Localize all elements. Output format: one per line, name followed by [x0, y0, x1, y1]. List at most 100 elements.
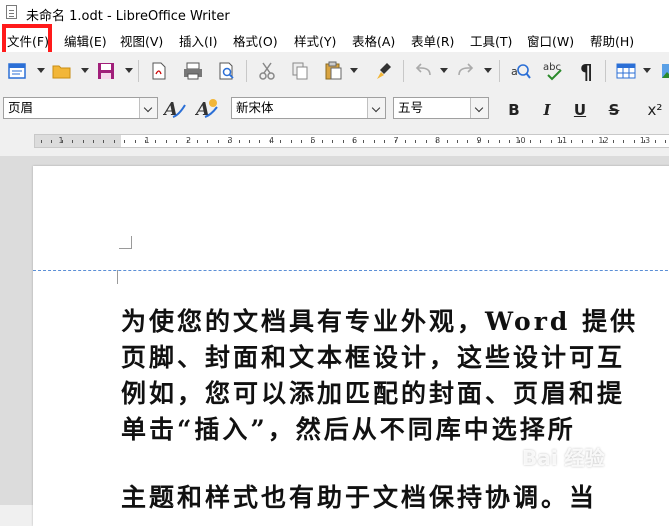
ruler-tick: [592, 140, 594, 143]
table-dropdown-icon[interactable]: [643, 68, 651, 73]
find-replace-icon[interactable]: a: [508, 58, 534, 84]
ruler-tick: [51, 140, 53, 143]
menu-format[interactable]: 格式(O): [233, 31, 278, 50]
ruler-tick: [561, 140, 562, 143]
watermark-logo: Bai 经验: [522, 446, 605, 470]
menu-form[interactable]: 表单(R): [411, 31, 454, 50]
ruler-tick: [342, 140, 344, 143]
ruler-tick: [176, 140, 178, 143]
menu-bar: 文件(F) 编辑(E) 视图(V) 插入(I) 格式(O) 样式(Y) 表格(A…: [0, 26, 669, 52]
print-icon[interactable]: [180, 58, 206, 84]
ruler-tick: [613, 140, 614, 143]
menu-table[interactable]: 表格(A): [352, 31, 395, 50]
bold-button[interactable]: B: [502, 98, 526, 122]
ruler-tick: [436, 140, 438, 143]
formatting-toolbar: 页眉 A A 新宋体 五号 B I U S x²: [0, 92, 669, 126]
separator: [499, 60, 500, 82]
separator: [138, 60, 139, 82]
ruler-tick: [311, 140, 313, 143]
ruler-tick: [217, 140, 219, 143]
font-size-value: 五号: [398, 100, 424, 115]
ruler-tick: [280, 140, 282, 143]
menu-insert[interactable]: 插入(I): [179, 31, 217, 50]
menu-view[interactable]: 视图(V): [120, 31, 163, 50]
ruler-tick: [457, 140, 458, 143]
ruler-tick: [633, 140, 635, 143]
undo-icon[interactable]: [411, 58, 437, 84]
menu-tools[interactable]: 工具(T): [470, 31, 512, 50]
document-text-line[interactable]: 单击“插入”，然后从不同库中选择所: [121, 410, 576, 446]
ruler-tick: [269, 140, 271, 143]
ruler-tick: [394, 140, 396, 143]
header-boundary: [33, 270, 669, 271]
ruler-tick: [353, 140, 354, 143]
document-icon: [6, 5, 17, 19]
ruler-tick: [581, 140, 583, 143]
open-dropdown-icon[interactable]: [81, 68, 89, 73]
document-text-line[interactable]: 主题和样式也有助于文档保持协调。当: [121, 478, 597, 514]
underline-button[interactable]: U: [568, 98, 592, 122]
cut-icon[interactable]: [254, 58, 280, 84]
ruler-tick: [155, 140, 157, 143]
ruler-number: 11: [556, 136, 568, 145]
chevron-down-icon[interactable]: [367, 98, 385, 118]
redo-dropdown-icon[interactable]: [484, 68, 492, 73]
new-document-icon[interactable]: [4, 58, 30, 84]
new-dropdown-icon[interactable]: [37, 68, 45, 73]
ruler-tick: [124, 140, 126, 143]
title-bar: 未命名 1.odt - LibreOffice Writer: [0, 0, 669, 26]
formatting-marks-icon[interactable]: ¶: [574, 58, 600, 84]
paragraph-style-combo[interactable]: 页眉: [3, 97, 158, 119]
standard-toolbar: a abc ¶: [0, 52, 669, 92]
save-icon[interactable]: [93, 58, 119, 84]
insert-image-icon[interactable]: [655, 58, 669, 84]
ruler-tick: [165, 140, 167, 143]
spelling-icon[interactable]: abc: [542, 58, 568, 84]
menu-edit[interactable]: 编辑(E): [64, 31, 107, 50]
chevron-down-icon[interactable]: [470, 98, 488, 118]
document-page[interactable]: 为使您的文档具有专业外观，Word 提供 页脚、封面和文本框设计，这些设计可互 …: [33, 166, 669, 526]
open-folder-icon[interactable]: [49, 58, 75, 84]
menu-styles[interactable]: 样式(Y): [294, 31, 336, 50]
document-text-line[interactable]: 页脚、封面和文本框设计，这些设计可互: [121, 338, 625, 374]
ruler-tick: [405, 140, 406, 143]
ruler-number: 10: [515, 136, 526, 145]
clone-formatting-icon[interactable]: [371, 58, 397, 84]
header-corner-marker: [117, 270, 118, 284]
copy-icon[interactable]: [287, 58, 313, 84]
horizontal-ruler[interactable]: 112345678910111213: [0, 126, 669, 156]
font-name-combo[interactable]: 新宋体: [231, 97, 386, 119]
ruler-tick: [654, 140, 656, 143]
save-dropdown-icon[interactable]: [125, 68, 133, 73]
insert-table-icon[interactable]: [613, 58, 639, 84]
ruler-tick: [540, 140, 542, 143]
undo-dropdown-icon[interactable]: [440, 68, 448, 73]
font-size-combo[interactable]: 五号: [393, 97, 489, 119]
ruler-tick: [259, 140, 261, 143]
new-style-icon[interactable]: A: [194, 96, 220, 122]
export-pdf-icon[interactable]: [146, 58, 172, 84]
chevron-down-icon[interactable]: [139, 98, 157, 118]
print-preview-icon[interactable]: [214, 58, 240, 84]
redo-icon[interactable]: [452, 58, 478, 84]
italic-button[interactable]: I: [535, 98, 559, 122]
window-title: 未命名 1.odt - LibreOffice Writer: [26, 9, 230, 24]
ruler-tick: [61, 140, 63, 143]
paste-icon[interactable]: [320, 58, 346, 84]
ruler-tick: [321, 140, 323, 143]
ruler-tick: [446, 140, 448, 143]
ruler-tick: [571, 140, 573, 143]
update-style-icon[interactable]: A: [162, 96, 188, 122]
ruler-tick: [134, 140, 136, 143]
menu-help[interactable]: 帮助(H): [590, 31, 634, 50]
strikethrough-button[interactable]: S: [602, 98, 626, 122]
separator: [246, 60, 247, 82]
paste-dropdown-icon[interactable]: [350, 68, 358, 73]
ruler-tick: [509, 140, 510, 143]
document-text-line[interactable]: 为使您的文档具有专业外观，Word 提供: [121, 302, 638, 338]
font-name-value: 新宋体: [236, 100, 274, 115]
superscript-button[interactable]: x²: [643, 98, 667, 122]
ruler-tick: [425, 140, 427, 143]
document-text-line[interactable]: 例如，您可以添加匹配的封面、页眉和提: [121, 374, 625, 410]
menu-window[interactable]: 窗口(W): [527, 31, 574, 50]
